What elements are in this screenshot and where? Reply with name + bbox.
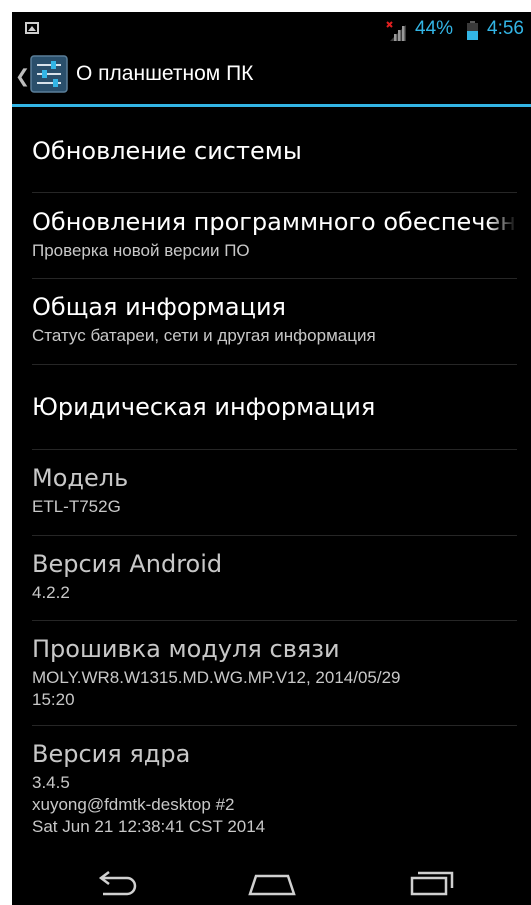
settings-sliders-icon[interactable] [29,54,69,94]
divider [32,364,517,365]
item-title: Прошивка модуля связи [32,635,340,663]
battery-icon [467,21,478,40]
up-caret-icon[interactable]: ❮ [15,66,30,87]
status-bar: 44% 4:56 [12,12,531,48]
device-screen: 44% 4:56 ❮ О планшетном ПК Обновление си… [12,12,531,905]
item-title: Версия ядра [32,740,191,768]
divider [32,449,517,450]
page-title: О планшетном ПК [76,62,254,85]
navigation-bar [12,860,531,905]
home-icon[interactable] [242,868,302,898]
list-item-model: Модель ETL-T752G [32,464,517,518]
item-title: Обновления программного обеспечения [32,208,517,236]
item-title: Модель [32,464,129,492]
item-subtitle: 4.2.2 [32,583,70,602]
list-item-baseband: Прошивка модуля связи MOLY.WR8.W1315.MD.… [32,635,517,711]
item-title: Юридическая информация [32,393,376,421]
list-item-general-info[interactable]: Общая информация Статус батареи, сети и … [32,293,517,347]
item-title: Общая информация [32,293,286,321]
battery-percent: 44% [415,18,454,39]
list-item-software-updates[interactable]: Обновления программного обеспечения Пров… [32,208,517,262]
item-subtitle: Проверка новой версии ПО [32,241,250,260]
item-subtitle: ETL-T752G [32,497,121,516]
divider [32,278,517,279]
divider [32,725,517,726]
action-bar-divider [12,104,531,107]
gallery-notification-icon [25,22,39,34]
list-item-kernel-version: Версия ядра 3.4.5 xuyong@fdmtk-desktop #… [32,740,517,838]
item-subtitle: 3.4.5 xuyong@fdmtk-desktop #2 Sat Jun 21… [32,773,266,836]
item-title: Обновление системы [32,137,302,165]
divider [32,620,517,621]
action-bar: ❮ О планшетном ПК [12,48,531,104]
item-title: Версия Android [32,550,223,578]
list-item-legal-info[interactable]: Юридическая информация [32,393,517,421]
recent-apps-icon[interactable] [402,868,462,898]
divider [32,535,517,536]
divider [32,192,517,193]
item-subtitle: Статус батареи, сети и другая информация [32,326,376,345]
list-item-android-version[interactable]: Версия Android 4.2.2 [32,550,517,604]
item-subtitle: MOLY.WR8.W1315.MD.WG.MP.V12, 2014/05/29 … [32,668,401,709]
clock: 4:56 [487,18,524,39]
no-signal-icon [386,21,406,41]
list-item-system-update[interactable]: Обновление системы [32,137,517,165]
back-icon[interactable] [87,868,147,898]
